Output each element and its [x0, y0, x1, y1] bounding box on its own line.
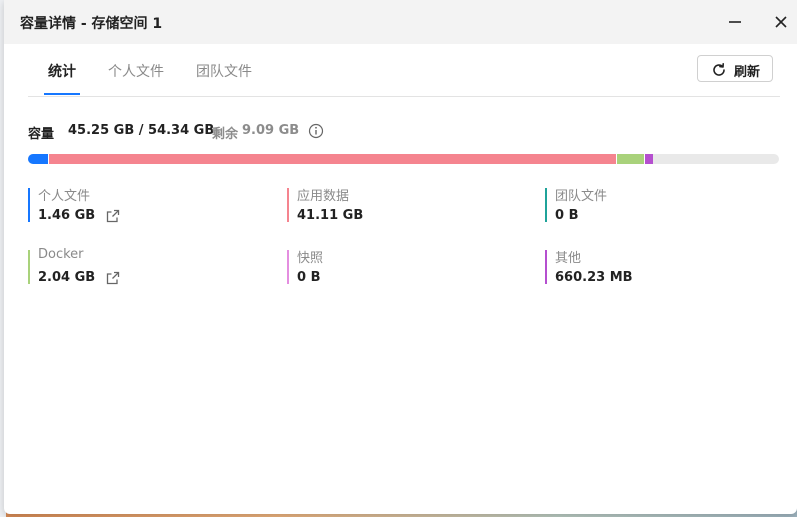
- usage-item-value: 41.11 GB: [297, 208, 364, 223]
- tab-personal-files[interactable]: 个人文件: [108, 61, 164, 81]
- usage-item-other: 其他 660.23 MB: [545, 247, 765, 287]
- capacity-remaining-label: 剩余: [212, 127, 239, 142]
- refresh-button[interactable]: 刷新: [697, 55, 773, 82]
- capacity-used-total: 45.25 GB / 54.34 GB: [68, 123, 215, 138]
- usage-color-marker: [287, 188, 289, 222]
- close-button[interactable]: [769, 10, 793, 34]
- refresh-icon: [713, 63, 725, 76]
- external-link-icon[interactable]: [105, 208, 121, 228]
- usage-item-label: 个人文件: [38, 189, 91, 204]
- capacity-usage-bar: [28, 154, 779, 164]
- usage-item-team: 团队文件 0 B: [545, 185, 765, 225]
- minimize-icon: [729, 21, 741, 23]
- usage-item-apps: 应用数据 41.11 GB: [287, 185, 507, 225]
- usage-color-marker: [28, 188, 30, 222]
- tab-team-files[interactable]: 团队文件: [196, 61, 252, 81]
- capacity-remaining-value: 9.09 GB: [242, 123, 300, 138]
- external-link-icon[interactable]: [105, 270, 121, 290]
- usage-bar-segment-docker: [616, 154, 644, 164]
- usage-color-marker: [28, 250, 30, 284]
- tab-bar: 统计 个人文件 团队文件: [28, 44, 780, 97]
- usage-item-value: 660.23 MB: [555, 270, 633, 285]
- refresh-label: 刷新: [734, 65, 761, 80]
- usage-item-value: 1.46 GB: [38, 208, 96, 223]
- usage-item-label: 其他: [555, 251, 582, 266]
- usage-item-personal: 个人文件 1.46 GB: [28, 185, 248, 225]
- usage-item-value: 0 B: [297, 270, 321, 285]
- usage-color-marker: [545, 188, 547, 222]
- usage-item-label: 应用数据: [297, 189, 350, 204]
- minimize-button[interactable]: [723, 10, 747, 34]
- usage-item-docker: Docker 2.04 GB: [28, 247, 248, 287]
- usage-item-snapshot: 快照 0 B: [287, 247, 507, 287]
- info-icon[interactable]: [308, 123, 324, 143]
- dialog-title: 容量详情 - 存储空间 1: [20, 16, 163, 32]
- usage-color-marker: [545, 250, 547, 284]
- capacity-details-dialog: 容量详情 - 存储空间 1 统计 个人文件 团队文件 刷新 容量 45.25 G…: [4, 0, 797, 514]
- usage-item-value: 2.04 GB: [38, 270, 96, 285]
- usage-bar-segment-other: [644, 154, 653, 164]
- usage-color-marker: [287, 250, 289, 284]
- close-icon: [775, 16, 787, 28]
- usage-bar-segment-apps: [48, 154, 616, 164]
- usage-item-label: 团队文件: [555, 189, 608, 204]
- usage-bar-segment-personal: [28, 154, 48, 164]
- title-bar: 容量详情 - 存储空间 1: [4, 0, 797, 44]
- usage-item-label: Docker: [38, 247, 84, 262]
- active-tab-indicator: [44, 93, 80, 95]
- usage-item-value: 0 B: [555, 208, 579, 223]
- capacity-label: 容量: [28, 127, 55, 142]
- usage-item-label: 快照: [297, 251, 324, 266]
- tab-statistics[interactable]: 统计: [48, 61, 76, 81]
